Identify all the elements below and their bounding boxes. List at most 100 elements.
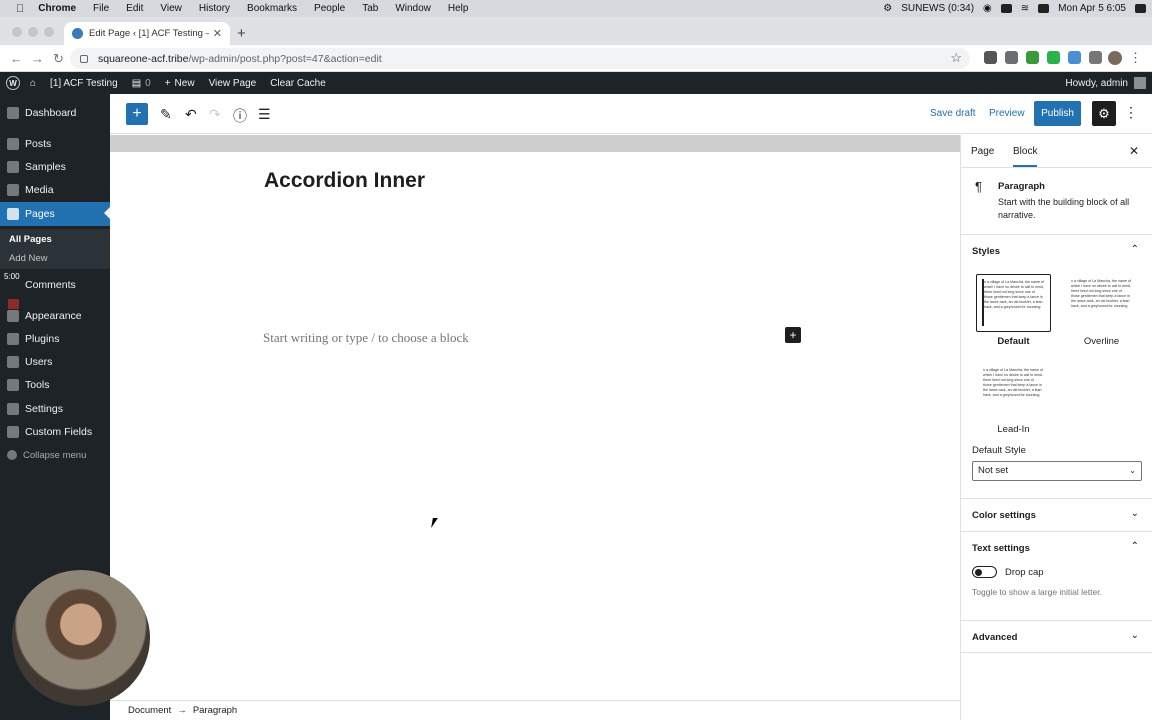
breadcrumb-document[interactable]: Document	[128, 705, 171, 716]
list-view-icon[interactable]: ☰	[258, 106, 271, 123]
chrome-menu-icon[interactable]: ⋮	[1129, 50, 1142, 66]
lock-icon[interactable]	[80, 54, 88, 63]
extension-icon[interactable]	[1047, 51, 1060, 64]
style-overline-preview[interactable]: n a village of La Mancha, the name of wh…	[1064, 274, 1139, 332]
extension-icon[interactable]	[1068, 51, 1081, 64]
sidebar-item-samples[interactable]: Samples	[0, 156, 110, 178]
menu-people[interactable]: People	[314, 3, 345, 14]
control-center-icon[interactable]	[1038, 4, 1050, 13]
gear-status-icon[interactable]: ⚙	[883, 3, 892, 14]
forward-icon[interactable]: →	[31, 51, 44, 66]
comments-bubble-icon[interactable]: ▤	[132, 78, 141, 89]
inline-add-block-button[interactable]: +	[785, 327, 801, 343]
menu-edit[interactable]: Edit	[126, 3, 143, 14]
sidebar-item-plugins[interactable]: Plugins	[0, 328, 110, 350]
wifi-icon[interactable]: ≋	[1021, 3, 1029, 14]
sidebar-item-custom-fields[interactable]: Custom Fields	[0, 421, 110, 443]
advanced-section[interactable]: Advanced ⌄	[961, 620, 1152, 653]
menu-file[interactable]: File	[93, 3, 109, 14]
paragraph-placeholder[interactable]: Start writing or type / to choose a bloc…	[263, 330, 469, 346]
minimize-window-icon[interactable]	[28, 27, 38, 37]
style-default-label[interactable]: Default	[976, 336, 1051, 347]
battery-icon[interactable]	[1000, 4, 1012, 13]
url-bar[interactable]: squareone-acf.tribe/wp-admin/post.php?po…	[70, 48, 970, 69]
sidebar-item-settings[interactable]: Settings	[0, 398, 110, 420]
preview-button[interactable]: Preview	[989, 108, 1025, 119]
breadcrumb-paragraph[interactable]: Paragraph	[193, 705, 237, 716]
menu-history[interactable]: History	[199, 3, 230, 14]
editor-canvas[interactable]: Accordion Inner Start writing or type / …	[110, 135, 960, 700]
menu-help[interactable]: Help	[448, 3, 469, 14]
style-default-preview[interactable]: n a village of La Mancha, the name of wh…	[976, 274, 1051, 332]
plus-icon[interactable]: +	[165, 78, 171, 89]
sidebar-item-dashboard[interactable]: Dashboard	[0, 102, 110, 124]
tab-page[interactable]: Page	[971, 146, 994, 157]
undo-icon[interactable]: ↶	[185, 106, 197, 123]
sidebar-item-users[interactable]: Users	[0, 351, 110, 373]
comment-count[interactable]: 0	[145, 78, 151, 89]
info-icon[interactable]: ⓘ	[233, 106, 247, 126]
extension-icon[interactable]	[1005, 51, 1018, 64]
default-style-select[interactable]: Not set ⌄	[972, 461, 1142, 481]
datetime[interactable]: Mon Apr 5 6:05	[1058, 3, 1126, 14]
more-options-icon[interactable]: ⋮	[1124, 104, 1138, 121]
style-overline-label[interactable]: Overline	[1064, 336, 1139, 347]
profile-avatar[interactable]	[1108, 51, 1122, 65]
styles-heading[interactable]: Styles	[972, 246, 1000, 257]
collapse-menu[interactable]: Collapse menu	[0, 444, 110, 466]
sidebar-item-comments[interactable]: Comments	[0, 274, 110, 296]
home-icon[interactable]: ⌂	[30, 78, 36, 89]
edit-pencil-icon[interactable]: ✎	[160, 106, 172, 123]
redo-icon[interactable]: ↷	[209, 106, 221, 123]
reload-icon[interactable]: ↻	[53, 51, 64, 67]
drop-cap-toggle[interactable]	[972, 566, 997, 578]
chevron-down-icon[interactable]: ⌄	[1131, 508, 1139, 519]
save-draft-button[interactable]: Save draft	[930, 108, 976, 119]
menu-tab[interactable]: Tab	[362, 3, 378, 14]
menu-chrome[interactable]: Chrome	[38, 3, 76, 14]
page-title[interactable]: Accordion Inner	[264, 169, 425, 193]
settings-gear-icon[interactable]: ⚙	[1092, 101, 1116, 126]
color-settings-heading[interactable]: Color settings	[972, 510, 1036, 521]
tab-block[interactable]: Block	[1013, 146, 1038, 167]
bookmark-star-icon[interactable]: ☆	[950, 50, 962, 66]
chevron-up-icon[interactable]: ⌃	[1131, 541, 1139, 552]
view-page-link[interactable]: View Page	[209, 78, 257, 89]
close-tab-icon[interactable]: ✕	[213, 27, 222, 40]
style-leadin-preview[interactable]: n a village of La Mancha, the name of wh…	[976, 363, 1051, 421]
sidebar-item-tools[interactable]: Tools	[0, 374, 110, 396]
close-window-icon[interactable]	[12, 27, 22, 37]
extension-icon[interactable]	[1026, 51, 1039, 64]
clear-cache-link[interactable]: Clear Cache	[270, 78, 326, 89]
color-settings-section[interactable]: Color settings ⌄	[961, 498, 1152, 531]
record-icon[interactable]: ◉	[983, 3, 992, 14]
status-text[interactable]: SUNEWS (0:34)	[901, 3, 974, 14]
sidebar-sub-all-pages[interactable]: All Pages	[9, 234, 52, 245]
puzzle-icon[interactable]	[1089, 51, 1102, 64]
sidebar-sub-add-new[interactable]: Add New	[9, 253, 48, 264]
browser-tab[interactable]: Edit Page ‹ [1] ACF Testing — W ✕	[64, 22, 230, 45]
menu-view[interactable]: View	[160, 3, 182, 14]
sidebar-item-appearance[interactable]: Appearance	[0, 305, 110, 327]
extension-icon[interactable]	[984, 51, 997, 64]
new-tab-icon[interactable]: +	[237, 25, 246, 42]
sidebar-item-media[interactable]: Media	[0, 179, 110, 201]
back-icon[interactable]: ←	[10, 51, 23, 66]
sidebar-item-posts[interactable]: Posts	[0, 133, 110, 155]
style-leadin-label[interactable]: Lead-In	[976, 424, 1051, 435]
add-block-button[interactable]: +	[126, 103, 148, 125]
advanced-heading[interactable]: Advanced	[972, 632, 1017, 643]
chevron-down-icon[interactable]: ⌄	[1131, 630, 1139, 641]
apple-icon[interactable]: 	[16, 3, 24, 15]
user-icon[interactable]	[1135, 4, 1146, 13]
text-settings-heading[interactable]: Text settings	[972, 543, 1030, 554]
menu-window[interactable]: Window	[395, 3, 431, 14]
menu-bookmarks[interactable]: Bookmarks	[247, 3, 297, 14]
sidebar-item-pages[interactable]: Pages	[0, 202, 110, 226]
zoom-window-icon[interactable]	[44, 27, 54, 37]
close-icon[interactable]: ✕	[1129, 144, 1139, 158]
site-name[interactable]: [1] ACF Testing	[50, 78, 118, 89]
wordpress-logo-icon[interactable]: W	[6, 76, 20, 90]
publish-button[interactable]: Publish	[1034, 101, 1081, 126]
new-link[interactable]: New	[175, 78, 195, 89]
